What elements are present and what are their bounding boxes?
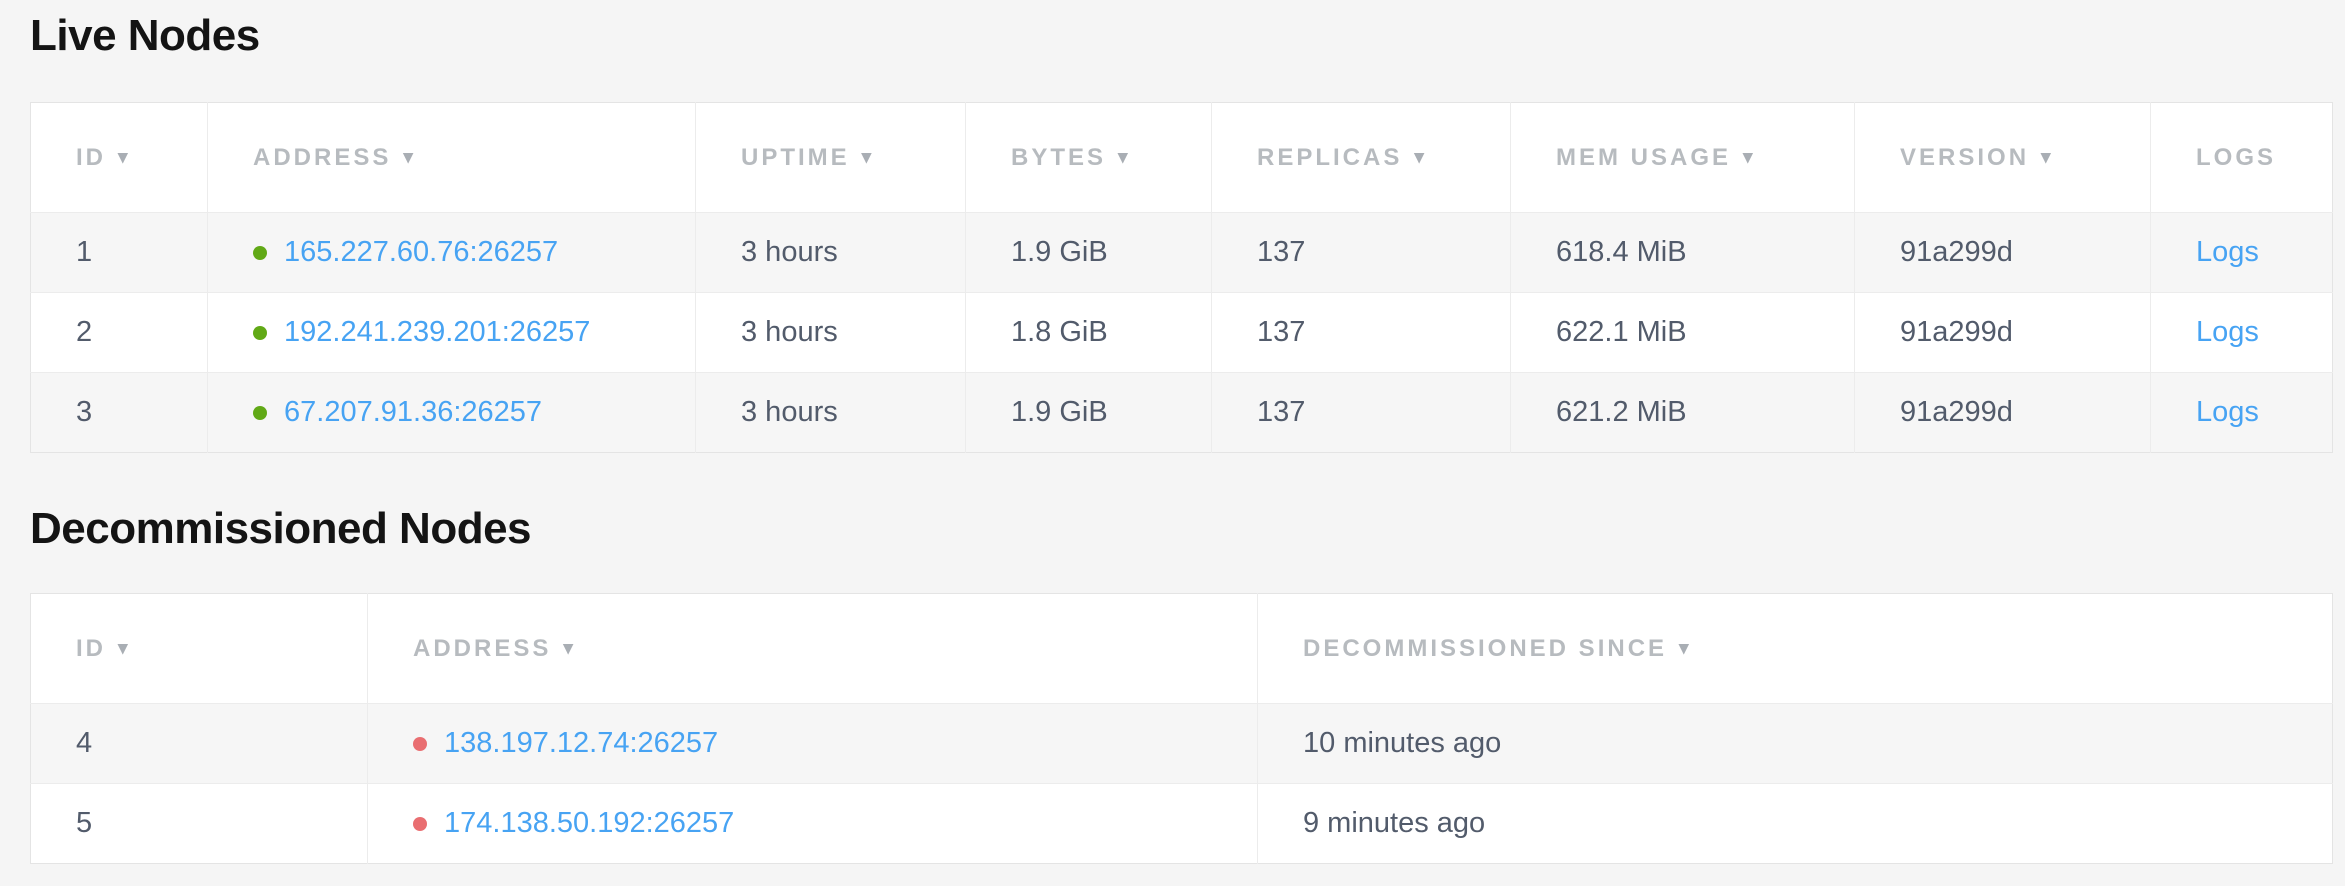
table-row: 1 165.227.60.76:26257 3 hours 1.9 GiB 13… <box>31 213 2333 293</box>
sort-arrow-icon: ▾ <box>1679 637 1692 660</box>
node-logs-link[interactable]: Logs <box>2196 236 2259 268</box>
cell-decommissioned-since: 10 minutes ago <box>1258 704 2333 784</box>
cell-node-id: 2 <box>31 293 208 373</box>
live-nodes-heading: Live Nodes <box>30 8 2345 64</box>
sort-arrow-icon: ▾ <box>118 146 131 169</box>
decommissioned-nodes-heading: Decommissioned Nodes <box>30 501 2345 557</box>
column-header-address[interactable]: ADDRESS▾ <box>208 103 696 213</box>
sort-arrow-icon: ▾ <box>1118 146 1131 169</box>
cell-uptime: 3 hours <box>696 213 966 293</box>
cell-bytes: 1.9 GiB <box>966 373 1212 453</box>
cell-logs: Logs <box>2151 293 2333 373</box>
cell-node-id: 5 <box>31 784 368 864</box>
sort-arrow-icon: ▾ <box>2041 146 2054 169</box>
sort-arrow-icon: ▾ <box>1414 146 1427 169</box>
node-live-dot-icon <box>253 326 267 340</box>
node-live-dot-icon <box>253 406 267 420</box>
cell-version: 91a299d <box>1855 293 2151 373</box>
cell-replicas: 137 <box>1212 293 1511 373</box>
cell-replicas: 137 <box>1212 213 1511 293</box>
node-address-link[interactable]: 174.138.50.192:26257 <box>444 807 734 839</box>
cell-mem-usage: 621.2 MiB <box>1511 373 1855 453</box>
column-header-logs: LOGS <box>2151 103 2333 213</box>
column-header-version[interactable]: VERSION▾ <box>1855 103 2151 213</box>
cell-decommissioned-since: 9 minutes ago <box>1258 784 2333 864</box>
decommissioned-nodes-header-row: ID▾ ADDRESS▾ DECOMMISSIONED SINCE▾ <box>31 594 2333 704</box>
node-decommissioned-dot-icon <box>413 817 427 831</box>
column-header-decommissioned-since[interactable]: DECOMMISSIONED SINCE▾ <box>1258 594 2333 704</box>
column-header-id[interactable]: ID▾ <box>31 103 208 213</box>
live-nodes-header-row: ID▾ ADDRESS▾ UPTIME▾ BYTES▾ REPLICAS▾ ME… <box>31 103 2333 213</box>
cell-version: 91a299d <box>1855 213 2151 293</box>
cell-bytes: 1.9 GiB <box>966 213 1212 293</box>
cell-node-address: 138.197.12.74:26257 <box>368 704 1258 784</box>
cell-node-address: 174.138.50.192:26257 <box>368 784 1258 864</box>
node-live-dot-icon <box>253 246 267 260</box>
cell-replicas: 137 <box>1212 373 1511 453</box>
column-header-bytes[interactable]: BYTES▾ <box>966 103 1212 213</box>
table-row: 4 138.197.12.74:26257 10 minutes ago <box>31 704 2333 784</box>
node-address-link[interactable]: 67.207.91.36:26257 <box>284 396 542 428</box>
live-nodes-table: ID▾ ADDRESS▾ UPTIME▾ BYTES▾ REPLICAS▾ ME… <box>30 102 2333 453</box>
node-decommissioned-dot-icon <box>413 737 427 751</box>
cell-node-address: 165.227.60.76:26257 <box>208 213 696 293</box>
node-logs-link[interactable]: Logs <box>2196 396 2259 428</box>
column-header-id[interactable]: ID▾ <box>31 594 368 704</box>
cell-logs: Logs <box>2151 373 2333 453</box>
sort-arrow-icon: ▾ <box>118 637 131 660</box>
sort-arrow-icon: ▾ <box>1743 146 1756 169</box>
node-address-link[interactable]: 165.227.60.76:26257 <box>284 236 558 268</box>
cell-node-id: 4 <box>31 704 368 784</box>
cell-bytes: 1.8 GiB <box>966 293 1212 373</box>
column-header-address[interactable]: ADDRESS▾ <box>368 594 1258 704</box>
column-header-uptime[interactable]: UPTIME▾ <box>696 103 966 213</box>
sort-arrow-icon: ▾ <box>563 637 576 660</box>
cell-node-id: 1 <box>31 213 208 293</box>
cell-uptime: 3 hours <box>696 373 966 453</box>
decommissioned-nodes-table: ID▾ ADDRESS▾ DECOMMISSIONED SINCE▾ 4 138… <box>30 593 2333 864</box>
column-header-replicas[interactable]: REPLICAS▾ <box>1212 103 1511 213</box>
cell-version: 91a299d <box>1855 373 2151 453</box>
sort-arrow-icon: ▾ <box>403 146 416 169</box>
sort-arrow-icon: ▾ <box>862 146 875 169</box>
node-address-link[interactable]: 192.241.239.201:26257 <box>284 316 590 348</box>
table-row: 3 67.207.91.36:26257 3 hours 1.9 GiB 137… <box>31 373 2333 453</box>
table-row: 5 174.138.50.192:26257 9 minutes ago <box>31 784 2333 864</box>
table-row: 2 192.241.239.201:26257 3 hours 1.8 GiB … <box>31 293 2333 373</box>
node-address-link[interactable]: 138.197.12.74:26257 <box>444 727 718 759</box>
cell-node-address: 192.241.239.201:26257 <box>208 293 696 373</box>
cell-mem-usage: 618.4 MiB <box>1511 213 1855 293</box>
cell-uptime: 3 hours <box>696 293 966 373</box>
cell-node-id: 3 <box>31 373 208 453</box>
cell-mem-usage: 622.1 MiB <box>1511 293 1855 373</box>
nodes-overview-page: Live Nodes ID▾ ADDRESS▾ UPTIME▾ BYTES▾ R… <box>0 0 2345 864</box>
cell-node-address: 67.207.91.36:26257 <box>208 373 696 453</box>
cell-logs: Logs <box>2151 213 2333 293</box>
node-logs-link[interactable]: Logs <box>2196 316 2259 348</box>
column-header-mem-usage[interactable]: MEM USAGE▾ <box>1511 103 1855 213</box>
